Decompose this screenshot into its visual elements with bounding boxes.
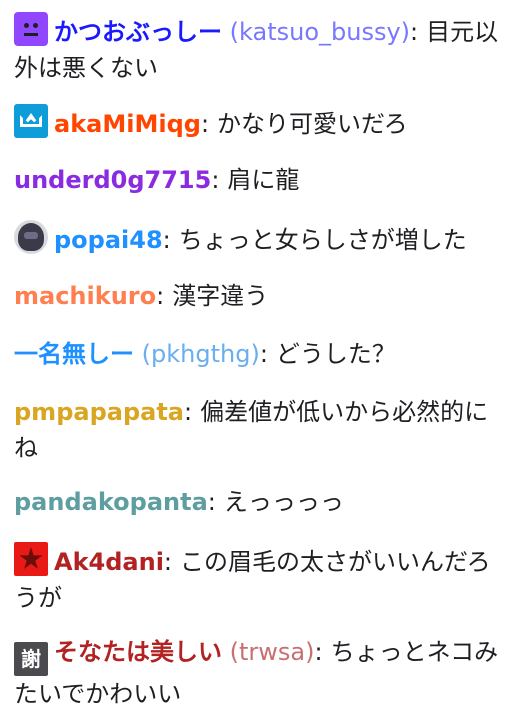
avatar-icon[interactable] — [14, 220, 48, 254]
kanji-badge-icon[interactable]: 謝 — [14, 642, 48, 676]
chat-separator: : — [211, 166, 220, 194]
purple-face-icon[interactable] — [14, 12, 48, 46]
chat-username[interactable]: pmpapapata — [14, 398, 184, 426]
chat-separator: : — [162, 226, 171, 254]
chat-username[interactable]: pandakopanta — [14, 488, 208, 516]
chat-username[interactable]: かつおぶっしー — [54, 18, 222, 46]
chat-text: かなり可愛いだろ — [217, 110, 408, 138]
chat-login[interactable]: (katsuo_bussy) — [230, 18, 410, 46]
chat-text: どうした？ — [275, 340, 396, 368]
chat-username[interactable]: machikuro — [14, 282, 156, 310]
chat-username[interactable]: akaMiMiqg — [54, 110, 201, 138]
chat-message: pmpapapata: 偏差値が低いから必然的にね — [14, 394, 512, 466]
chat-message: 謝そなたは美しい (trwsa): ちょっとネコみたいでかわいい — [14, 634, 512, 712]
chat-separator: : — [314, 638, 323, 666]
chat-login[interactable]: (pkhgthg) — [142, 340, 260, 368]
prime-crown-icon[interactable] — [14, 104, 48, 138]
chat-log: かつおぶっしー (katsuo_bussy): 目元以外は悪くない akaMiMi… — [0, 0, 522, 718]
chat-separator: : — [410, 18, 419, 46]
chat-separator: : — [200, 110, 210, 138]
chat-text: ちょっと女らしさが増した — [178, 226, 467, 254]
chat-text: 肩に龍 — [227, 166, 300, 194]
chat-message: underd0g7715: 肩に龍 — [14, 162, 512, 198]
chat-separator: : — [207, 488, 216, 516]
chat-separator: : — [259, 340, 268, 368]
chat-username[interactable]: Ak4dani — [54, 548, 164, 576]
chat-separator: : — [163, 548, 173, 576]
chat-message: Ak4dani: この眉毛の太さがいいんだろうが — [14, 542, 512, 616]
chat-username[interactable]: そなたは美しい — [54, 638, 222, 666]
chat-separator: : — [183, 398, 193, 426]
chat-message: akaMiMiqg: かなり可愛いだろ — [14, 104, 512, 142]
chat-username[interactable]: popai48 — [54, 226, 163, 254]
chat-message: かつおぶっしー (katsuo_bussy): 目元以外は悪くない — [14, 12, 512, 86]
chat-message: pandakopanta: えっっっっ — [14, 484, 512, 520]
chat-separator: : — [156, 282, 165, 310]
chat-text: 漢字違う — [172, 282, 269, 310]
chat-message: popai48: ちょっと女らしさが増した — [14, 220, 512, 258]
chat-text: えっっっっ — [223, 488, 344, 516]
chat-message: 一名無しー (pkhgthg): どうした？ — [14, 336, 512, 372]
chat-message: machikuro: 漢字違う — [14, 278, 512, 314]
chat-username[interactable]: underd0g7715 — [14, 166, 211, 194]
red-star-icon[interactable] — [14, 542, 48, 576]
chat-username[interactable]: 一名無しー — [14, 340, 134, 368]
chat-login[interactable]: (trwsa) — [230, 638, 315, 666]
